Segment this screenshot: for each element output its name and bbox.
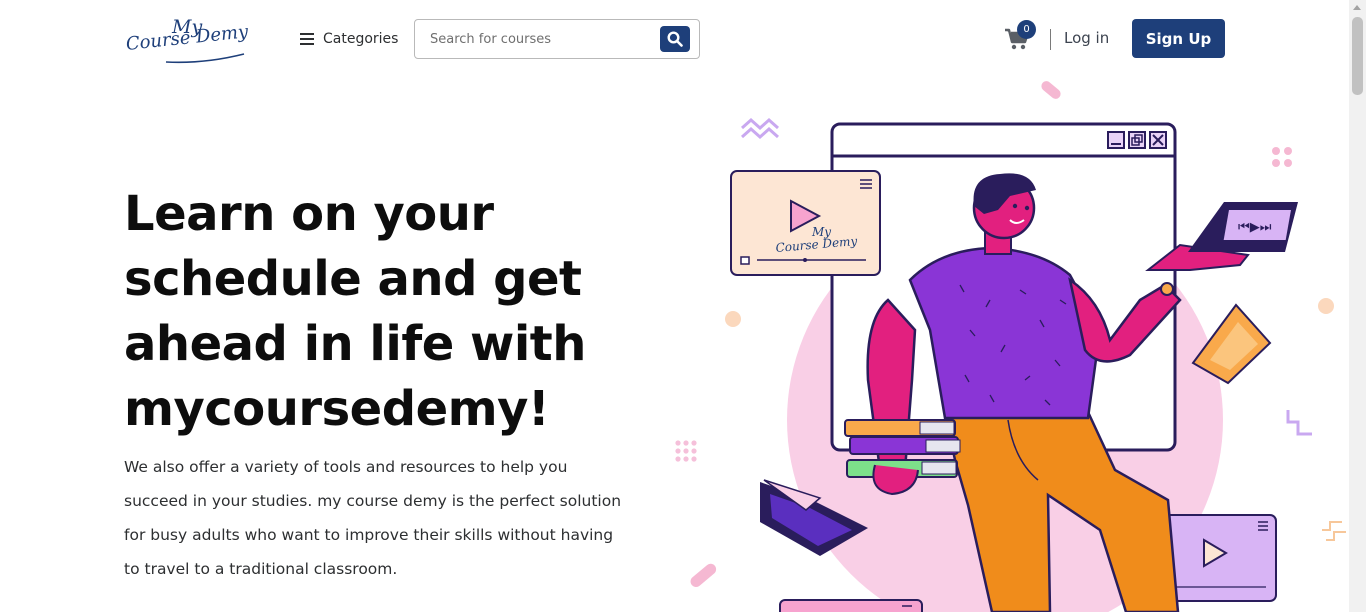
cart-count-badge: 0 — [1017, 20, 1036, 39]
scroll-up-arrow-icon[interactable] — [1353, 5, 1361, 10]
site-header: My Course Demy Categories 0 Log in Sign … — [0, 0, 1349, 80]
categories-menu[interactable]: Categories — [300, 28, 398, 50]
video-card-pink — [779, 599, 923, 612]
decorative-dot-peach — [725, 311, 741, 327]
search-icon — [667, 31, 683, 47]
laptop: ⏮▶⏭ — [1188, 202, 1298, 252]
login-link[interactable]: Log in — [1064, 29, 1109, 47]
page-scrollbar[interactable] — [1349, 0, 1366, 612]
decorative-dots-grid-pink-2 — [675, 440, 697, 462]
video-card-logo: My Course Demy — [730, 170, 881, 276]
decorative-steps-purple — [1286, 410, 1312, 436]
search-box — [414, 19, 700, 59]
hero-title: Learn on your schedule and get ahead in … — [124, 186, 586, 437]
svg-text:⏮▶⏭: ⏮▶⏭ — [1238, 220, 1272, 235]
hamburger-icon — [300, 33, 314, 45]
hero-illustration: My Course Demy ⏮▶⏭ — [675, 81, 1346, 612]
logo-swoosh-icon — [165, 53, 245, 64]
window-minimize-icon — [1107, 131, 1125, 149]
hero-description: We also offer a variety of tools and res… — [124, 458, 622, 578]
search-input[interactable] — [416, 21, 656, 57]
header-divider — [1050, 29, 1051, 50]
decorative-dots-grid-pink — [1272, 147, 1292, 167]
decorative-pill-pink-2 — [690, 563, 717, 587]
search-button[interactable] — [660, 26, 690, 52]
decorative-dot-peach-2 — [1318, 298, 1334, 314]
decorative-pill-pink — [1041, 81, 1061, 99]
site-logo[interactable]: My Course Demy — [124, 16, 249, 66]
scrollbar-thumb[interactable] — [1352, 17, 1363, 95]
signup-button[interactable]: Sign Up — [1132, 19, 1225, 58]
categories-label: Categories — [323, 31, 399, 47]
decorative-steps-orange — [1322, 521, 1346, 541]
decorative-zigzag-purple — [741, 117, 779, 140]
